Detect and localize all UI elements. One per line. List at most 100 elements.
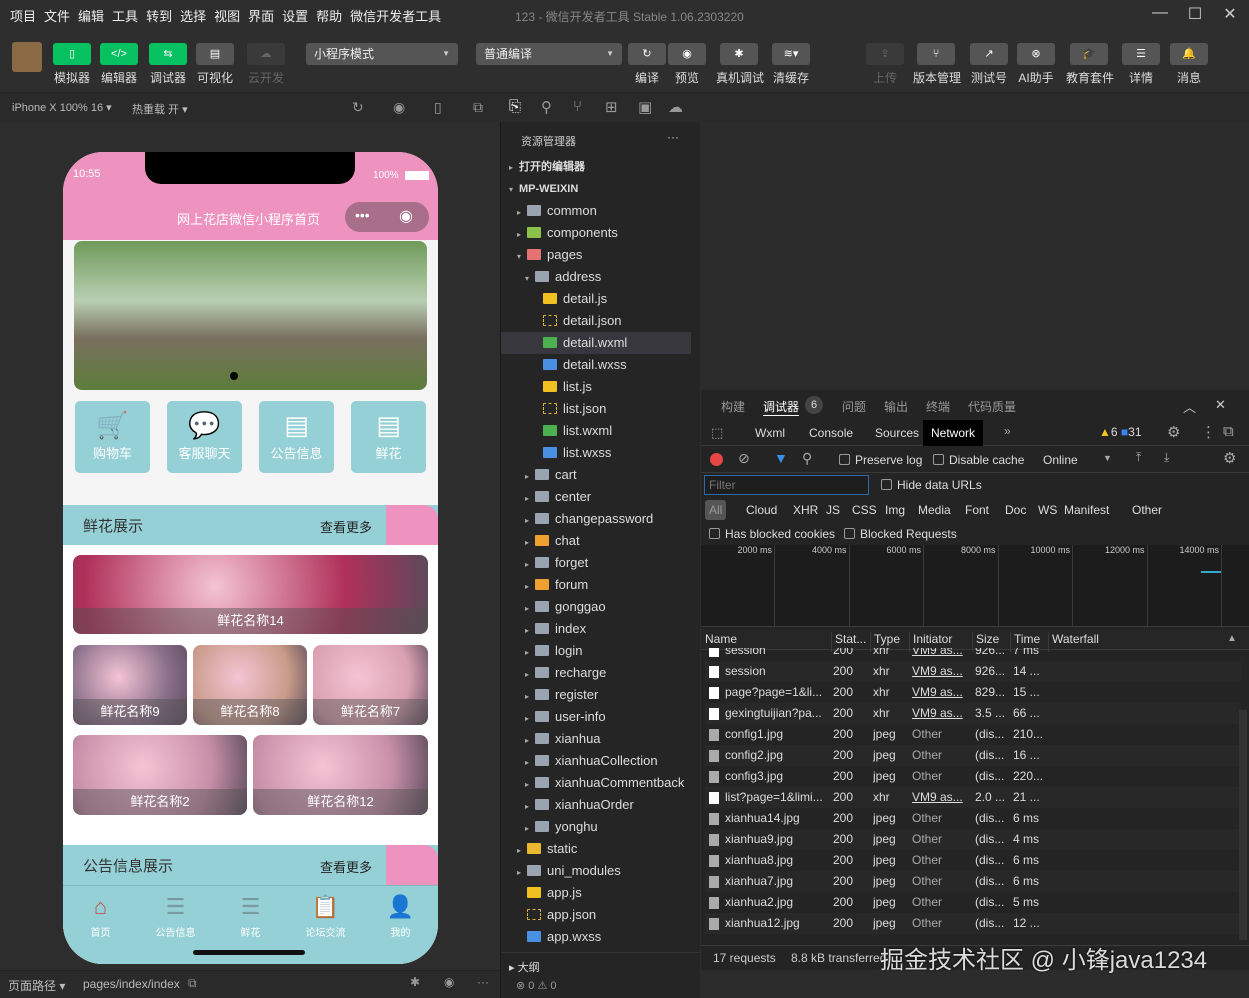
undock-icon[interactable]: ⧉ (1223, 423, 1234, 440)
tree-folder[interactable]: ▸ cart (501, 464, 691, 486)
menu-item[interactable]: 工具 (112, 6, 138, 25)
save-icon[interactable]: ▣ (638, 98, 652, 116)
toolbar-button-graduation[interactable]: 🎓 教育套件 (1066, 43, 1114, 86)
menu-item[interactable]: 编辑 (78, 6, 104, 25)
stop-icon[interactable]: ◉ (393, 99, 405, 116)
sort-icon[interactable]: ▲ (1227, 633, 1237, 644)
kebab-menu-icon[interactable]: ⋮ (1201, 423, 1216, 441)
devtools-tab[interactable]: 输出 (884, 398, 908, 415)
type-filter-media[interactable]: Media (914, 500, 955, 520)
search-icon[interactable]: ⚲ (802, 450, 812, 467)
has-blocked-cookies-checkbox[interactable]: Has blocked cookies (709, 527, 835, 541)
more-tabs-icon[interactable]: » (1004, 424, 1011, 438)
table-row[interactable]: xianhua7.jpg 200 jpeg Other (dis... 6 ms (705, 871, 1241, 892)
minimize-button[interactable]: — (1145, 4, 1175, 26)
tree-folder[interactable]: ▸ xianhua (501, 728, 691, 750)
tree-file[interactable]: detail.wxml (501, 332, 691, 354)
preserve-log-checkbox[interactable]: Preserve log (839, 453, 922, 467)
bug-icon[interactable]: ✱ (410, 975, 420, 989)
tree-folder[interactable]: ▸ register (501, 684, 691, 706)
table-row[interactable]: xianhua2.jpg 200 jpeg Other (dis... 5 ms (705, 892, 1241, 913)
warnings-count[interactable]: ▲6 ■31 (1099, 425, 1142, 439)
table-row[interactable]: xianhua12.jpg 200 jpeg Other (dis... 12 ... (705, 913, 1241, 934)
menu-item[interactable]: 帮助 (316, 6, 342, 25)
tree-folder[interactable]: ▸ 打开的编辑器 (501, 156, 691, 178)
flower-card[interactable]: 鲜花名称8 (193, 645, 307, 725)
page-path-select[interactable]: 页面路径 ▾ (8, 977, 65, 994)
tree-file[interactable]: list.js (501, 376, 691, 398)
toolbar-button-upload[interactable]: ⇪ 上传 (862, 43, 908, 86)
tab-4[interactable]: 👤 我的 (363, 894, 438, 939)
docker-icon[interactable]: ☁ (668, 98, 683, 116)
tab-1[interactable]: ☰ 公告信息 (138, 894, 213, 939)
tree-folder[interactable]: ▸ xianhuaCommentback (501, 772, 691, 794)
tile-2[interactable]: ▤ 公告信息 (259, 401, 334, 473)
devtools-tab[interactable]: 调试器 (763, 398, 800, 416)
flower-card[interactable]: 鲜花名称12 (253, 735, 428, 815)
toolbar-button-layout[interactable]: ▤ 可视化 (192, 43, 238, 86)
table-row[interactable]: page?page=1&li... 200 xhr VM9 as... 829... 15… (705, 682, 1241, 703)
tree-folder[interactable]: ▸ uni_modules (501, 860, 691, 882)
avatar[interactable] (12, 42, 42, 72)
tile-3[interactable]: ▤ 鲜花 (351, 401, 426, 473)
eye-icon[interactable]: ◉ (444, 975, 454, 989)
table-row[interactable]: config2.jpg 200 jpeg Other (dis... 16 ... (705, 745, 1241, 766)
download-icon[interactable]: ⤓ (1164, 450, 1169, 465)
scrollbar[interactable] (1239, 710, 1247, 940)
gear-icon[interactable]: ⚙ (1223, 449, 1236, 467)
compile-select[interactable]: 普通编译 ▼ (476, 43, 622, 65)
close-miniprogram-icon[interactable]: ◉ (399, 206, 413, 226)
tree-folder[interactable]: ▸ login (501, 640, 691, 662)
blocked-requests-checkbox[interactable]: Blocked Requests (844, 527, 957, 541)
table-row[interactable]: session 200 xhr VM9 as... 926... 7 ms (705, 648, 1241, 661)
tab-2[interactable]: ☰ 鲜花 (213, 894, 288, 939)
devtools-tab[interactable]: 问题 (842, 398, 866, 415)
flower-card[interactable]: 鲜花名称14 (73, 555, 428, 634)
menu-item[interactable]: 设置 (282, 6, 308, 25)
table-row[interactable]: config3.jpg 200 jpeg Other (dis... 220... (705, 766, 1241, 787)
window-icon[interactable]: ⧉ (473, 99, 483, 116)
mode-select[interactable]: 小程序模式 ▼ (306, 43, 458, 65)
filter-icon[interactable]: ▼ (774, 450, 788, 466)
toolbar-button-menu[interactable]: ☰ 详情 (1118, 43, 1164, 86)
tree-folder[interactable]: ▸ center (501, 486, 691, 508)
tree-file[interactable]: list.json (501, 398, 691, 420)
type-filter-manifest[interactable]: Manifest (1060, 500, 1113, 520)
table-row[interactable]: session 200 xhr VM9 as... 926... 14 ... (705, 661, 1241, 682)
flower-card[interactable]: 鲜花名称2 (73, 735, 247, 815)
type-filter-css[interactable]: CSS (848, 500, 881, 520)
toolbar-button-external[interactable]: ↗ 测试号 (966, 43, 1012, 86)
type-filter-doc[interactable]: Doc (1001, 500, 1030, 520)
extensions-icon[interactable]: ⊞ (605, 98, 618, 116)
tree-folder[interactable]: ▾ MP-WEIXIN (501, 178, 691, 200)
swiper-dot[interactable] (230, 372, 238, 380)
tree-file[interactable]: detail.wxss (501, 354, 691, 376)
devtools-tab[interactable]: 代码质量 (968, 398, 1016, 415)
upload-icon[interactable]: ⤒ (1136, 450, 1141, 465)
timeline-overview[interactable]: 2000 ms 4000 ms 6000 ms 8000 ms 10000 ms 1200… (701, 545, 1249, 627)
tree-folder[interactable]: ▾ address (501, 266, 691, 288)
menu-item[interactable]: 界面 (248, 6, 274, 25)
banner-swiper[interactable] (74, 241, 427, 390)
files-icon[interactable]: ⎘ (509, 98, 521, 115)
table-row[interactable]: xianhua14.jpg 200 jpeg Other (dis... 6 ms (705, 808, 1241, 829)
menu-item[interactable]: 文件 (44, 6, 70, 25)
tile-0[interactable]: 🛒 购物车 (75, 401, 150, 473)
filter-input[interactable] (704, 475, 869, 495)
tree-file[interactable]: app.wxss (501, 926, 691, 948)
toolbar-button-bug[interactable]: ✱ 真机调试 (716, 43, 764, 86)
phone-icon[interactable]: ▯ (434, 99, 442, 116)
type-filter-cloud[interactable]: Cloud (742, 500, 781, 520)
menu-item[interactable]: 转到 (146, 6, 172, 25)
inspect-icon[interactable]: ⬚ (711, 425, 723, 441)
tree-folder[interactable]: ▸ user-info (501, 706, 691, 728)
problems-count[interactable]: ⊗ 0 ⚠ 0 (516, 979, 556, 992)
tree-file[interactable]: app.json (501, 904, 691, 926)
tree-folder[interactable]: ▸ yonghu (501, 816, 691, 838)
git-icon[interactable]: ⑂ (573, 98, 582, 115)
toolbar-button-cloud[interactable]: ☁ 云开发 (243, 43, 289, 86)
gear-icon[interactable]: ⚙ (1167, 423, 1180, 441)
hotreload-toggle[interactable]: 热重载 开 ▾ (132, 101, 188, 117)
tree-folder[interactable]: ▸ xianhuaCollection (501, 750, 691, 772)
panel-tab-sources[interactable]: Sources (867, 420, 927, 446)
